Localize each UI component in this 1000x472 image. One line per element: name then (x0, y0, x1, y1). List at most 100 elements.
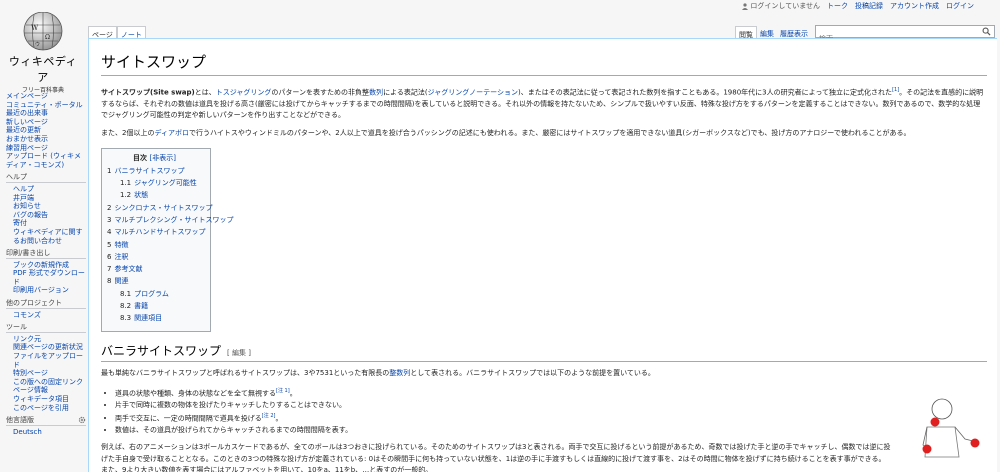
create-account-link[interactable]: アカウント作成 (890, 1, 939, 11)
toc-hide-toggle[interactable]: [非表示] (149, 154, 175, 162)
toc-entry-link[interactable]: 参考文献 (114, 265, 142, 273)
sidebar-item-create-book[interactable]: ブックの新規作成 (13, 261, 69, 269)
sidebar-item-what-links-here[interactable]: リンク元 (13, 335, 41, 343)
sidebar-item-community[interactable]: コミュニティ・ポータル (6, 101, 86, 110)
sidebar-item-upload-commons[interactable]: アップロード (ウィキメディア・コモンズ) (6, 152, 86, 169)
toc-entry[interactable]: 1.2 状態 (107, 189, 202, 201)
lead-text-1: とは、 (194, 88, 216, 97)
languages-heading-label: 他言語版 (6, 416, 34, 425)
sidebar-item-random[interactable]: おまかせ表示 (6, 135, 86, 144)
sidebar-item-sandbox[interactable]: 練習用ページ (6, 144, 86, 153)
toc-entry[interactable]: 8.2 書籍 (107, 300, 202, 312)
wordmark: ウィキペディア (8, 55, 78, 84)
sidebar-heading-print[interactable]: 印刷/書き出し (6, 249, 86, 259)
toc-entry[interactable]: 5 特徴 (107, 239, 202, 251)
ball-1 (930, 417, 940, 427)
juggler-animation-image (922, 398, 980, 458)
link-sequence[interactable]: 数列 (369, 88, 383, 96)
puzzle-globe-icon: W Ω ウ (23, 9, 63, 51)
section-heading-text: バニラサイトスワップ (101, 343, 222, 358)
sidebar-item-permanent-link[interactable]: この版への固定リンク (13, 378, 83, 386)
toc-entry-link[interactable]: プログラム (134, 290, 169, 298)
section-intro-text-2: として表される。バニラサイトスワップでは以下のような前提を置いている。 (410, 368, 655, 377)
sidebar-item-wikidata[interactable]: ウィキデータ項目 (13, 395, 69, 403)
list-item-text: 道具の状態や種類、身体の状態などを全て無視する (115, 389, 276, 398)
toc-entry-number: 1 (107, 166, 112, 175)
toc-entry-link[interactable]: シンクロナス・サイトスワップ (114, 204, 212, 212)
sidebar-item-main-page[interactable]: メインページ (6, 92, 86, 101)
list-item-text: 数値は、その道具が投げられてからキャッチされるまでの時間間隔を表す。 (115, 425, 353, 434)
note-ref[interactable]: [注 2] (262, 413, 276, 419)
sidebar-item-help[interactable]: ヘルプ (13, 185, 34, 193)
toc-entry-link[interactable]: マルチプレクシング・サイトスワップ (114, 216, 233, 224)
ball-3 (970, 438, 980, 448)
toc-entry[interactable]: 3 マルチプレクシング・サイトスワップ (107, 214, 233, 226)
lead-text-3: による表記法( (383, 88, 428, 97)
link-juggling-notation[interactable]: ジャグリングノーテーション (428, 88, 518, 96)
sidebar-item-village-pump[interactable]: 井戸端 (13, 194, 34, 202)
sidebar-heading-languages[interactable]: 他言語版 (6, 416, 86, 426)
sidebar-item-notices[interactable]: お知らせ (13, 202, 41, 210)
sidebar-item-page-info[interactable]: ページ情報 (13, 386, 48, 394)
toc-title-label: 目次 (133, 153, 148, 162)
wikipedia-logo[interactable]: W Ω ウ ウィキペディア フリー百科事典 (4, 8, 82, 94)
toc-entry-number: 4 (107, 228, 112, 237)
sidebar-item-upload-file[interactable]: ファイルをアップロード (13, 352, 83, 369)
toc-entry[interactable]: 7 参考文献 (107, 263, 202, 275)
list-item-text: 片手で同時に複数の物体を投げたりキャッチしたりすることはできない。 (115, 400, 346, 409)
toc-entry[interactable]: 8.1 プログラム (107, 288, 202, 300)
p2-text-1: また、2個以上の (101, 129, 155, 138)
sidebar-main-nav: メインページ コミュニティ・ポータル 最近の出来事 新しいページ 最近の更新 お… (6, 92, 86, 169)
sidebar-heading-help[interactable]: ヘルプ (6, 173, 86, 183)
login-link[interactable]: ログイン (946, 1, 974, 11)
sidebar-item-recent-changes[interactable]: 最近の更新 (6, 126, 86, 135)
link-toss-juggling[interactable]: トスジャグリング (216, 88, 272, 96)
sidebar-item-cite[interactable]: このページを引用 (13, 404, 69, 412)
toc-entry-link[interactable]: 関連項目 (134, 314, 162, 322)
contributions-link[interactable]: 投稿記録 (855, 1, 883, 11)
toc-entry-number: 8.3 (120, 314, 132, 323)
section-edit-link[interactable]: [ 編集 ] (227, 349, 251, 357)
sidebar-item-current-events[interactable]: 最近の出来事 (6, 109, 86, 118)
toc-entry-link[interactable]: 書籍 (134, 302, 148, 310)
sidebar-item-special-pages[interactable]: 特別ページ (13, 369, 48, 377)
note-ref[interactable]: [注 1] (276, 388, 290, 394)
talk-link[interactable]: トーク (827, 1, 848, 11)
sidebar-item-commons[interactable]: コモンズ (13, 311, 41, 319)
toc-entry[interactable]: 8 関連 (107, 275, 202, 287)
sidebar-item-donate[interactable]: 寄付 (13, 219, 27, 227)
toc-entry-number: 3 (107, 216, 112, 224)
toc-entry[interactable]: 8.3 関連項目 (107, 312, 202, 324)
sidebar-item-bug-report[interactable]: バグの報告 (13, 211, 48, 219)
toc-entry-link[interactable]: ジャグリング可能性 (134, 179, 197, 187)
toc-entry[interactable]: 1 バニラサイトスワップ (107, 165, 202, 177)
link-diabolo[interactable]: ディアボロ (154, 129, 189, 137)
sidebar-heading-projects[interactable]: 他のプロジェクト (6, 299, 86, 309)
toc-entry-link[interactable]: バニラサイトスワップ (114, 167, 184, 175)
toc-entry-link[interactable]: 状態 (134, 191, 148, 199)
lead-text-4: )、またはその表記法に従って表記された数列を指すこともある。1980年代に3人の… (517, 88, 893, 97)
sidebar-item-contact[interactable]: ウィキペディアに関するお問い合わせ (13, 228, 83, 245)
sidebar-item-printable[interactable]: 印刷用バージョン (13, 286, 69, 294)
sidebar-item-related-changes[interactable]: 関連ページの更新状況 (13, 343, 83, 351)
toc-entry-number: 7 (107, 265, 112, 274)
lead-bold-term: サイトスワップ(Site swap) (101, 88, 195, 97)
toc-entry-link[interactable]: 注釈 (114, 253, 128, 261)
toc-entry-link[interactable]: マルチハンドサイトスワップ (114, 228, 205, 236)
sidebar-section-projects: 他のプロジェクト コモンズ (6, 299, 86, 319)
toc-entry[interactable]: 6 注釈 (107, 251, 202, 263)
gear-icon[interactable] (78, 416, 86, 424)
toc-entry-number: 1.2 (120, 191, 132, 200)
toc-entry[interactable]: 1.1 ジャグリング可能性 (107, 177, 202, 189)
sidebar-item-lang-deutsch[interactable]: Deutsch (13, 428, 42, 436)
toc-entry-link[interactable]: 特徴 (114, 241, 128, 249)
sidebar-item-download-pdf[interactable]: PDF 形式でダウンロード (13, 269, 85, 286)
list-item: 両手で交互に、一定の時間間隔で道具を投げる[注 2]。 (115, 411, 987, 425)
link-integer-sequence[interactable]: 整数列 (389, 369, 410, 377)
toc-entry[interactable]: 2 シンクロナス・サイトスワップ (107, 202, 212, 214)
sidebar-heading-tools[interactable]: ツール (6, 323, 86, 333)
table-of-contents: 目次 [非表示] 1 バニラサイトスワップ 1.1 ジャグリング可能性 1.2 状態 2 シン… (101, 147, 233, 332)
search-icon[interactable] (982, 27, 991, 36)
toc-entry[interactable]: 4 マルチハンドサイトスワップ (107, 226, 205, 238)
toc-entry-link[interactable]: 関連 (114, 277, 128, 285)
